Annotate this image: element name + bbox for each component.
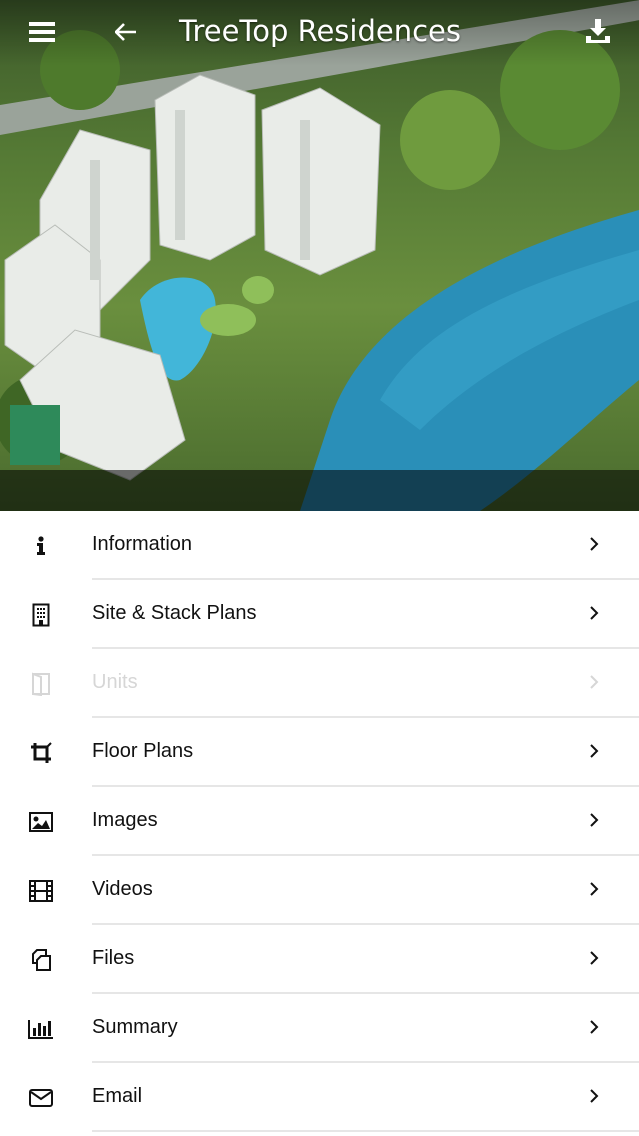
chevron-right-icon: [588, 811, 604, 833]
download-icon[interactable]: [584, 17, 612, 45]
menu-item-summary[interactable]: Summary: [0, 994, 639, 1063]
chevron-right-icon: [588, 880, 604, 902]
menu-item-label: Summary: [92, 1016, 178, 1038]
menu-item-videos[interactable]: Videos: [0, 856, 639, 925]
chevron-right-icon: [588, 949, 604, 971]
menu-item-label: Files: [92, 947, 135, 969]
divider: [92, 1130, 639, 1132]
info-icon: [26, 533, 56, 559]
chevron-right-icon: [588, 742, 604, 764]
chevron-right-icon: [588, 673, 604, 695]
building-icon: [26, 602, 56, 628]
image-icon: [26, 809, 56, 835]
menu-item-label: Images: [92, 809, 158, 831]
menu-item-label: Site & Stack Plans: [92, 602, 257, 624]
menu-item-label: Floor Plans: [92, 740, 194, 762]
menu-item-label: Units: [92, 671, 138, 693]
bar-chart-icon: [26, 1016, 56, 1042]
chevron-right-icon: [588, 535, 604, 557]
hero-image: TreeTop Residences: [0, 0, 639, 511]
page-title: TreeTop Residences: [179, 14, 461, 48]
files-icon: [26, 947, 56, 973]
menu-item-label: Information: [92, 533, 193, 555]
app-bar: TreeTop Residences: [0, 0, 639, 66]
menu-item-label: Email: [92, 1085, 143, 1107]
menu-item-site-stack-plans[interactable]: Site & Stack Plans: [0, 580, 639, 649]
menu-item-images[interactable]: Images: [0, 787, 639, 856]
hero-illustration: [0, 0, 639, 511]
film-icon: [26, 878, 56, 904]
envelope-icon: [26, 1085, 56, 1111]
door-icon: [26, 671, 56, 697]
menu-item-files[interactable]: Files: [0, 925, 639, 994]
menu-item-email[interactable]: Email: [0, 1063, 639, 1132]
project-menu: Information Site & Stack Plans Units Flo…: [0, 511, 639, 1132]
menu-item-floor-plans[interactable]: Floor Plans: [0, 718, 639, 787]
menu-item-label: Videos: [92, 878, 153, 900]
hamburger-menu-icon[interactable]: [28, 20, 56, 44]
menu-item-information[interactable]: Information: [0, 511, 639, 580]
menu-item-units: Units: [0, 649, 639, 718]
back-arrow-icon[interactable]: [114, 22, 138, 42]
crop-icon: [26, 740, 56, 766]
chevron-right-icon: [588, 1018, 604, 1040]
chevron-right-icon: [588, 604, 604, 626]
chevron-right-icon: [588, 1087, 604, 1109]
